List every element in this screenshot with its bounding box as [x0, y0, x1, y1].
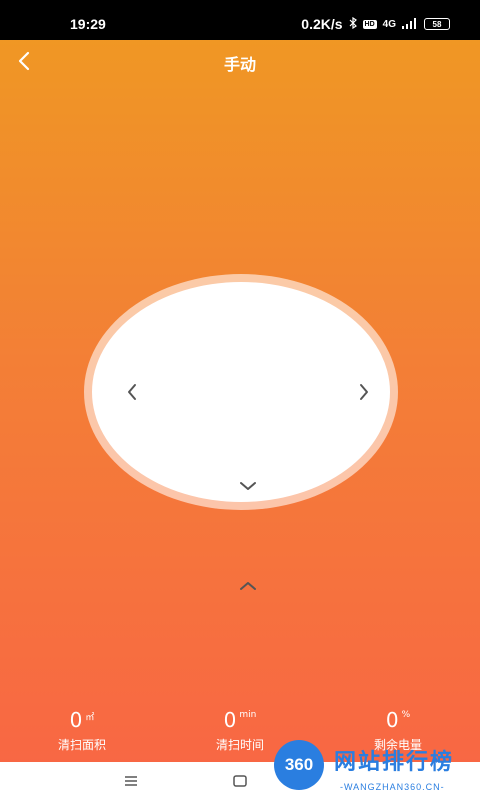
chevron-down-icon	[240, 482, 256, 490]
cleaning-time-unit: min	[239, 710, 257, 720]
direction-pad	[84, 274, 398, 590]
watermark: 360 网站排行榜 -WANGZHAN360.CN-	[274, 738, 474, 800]
signal-icon	[402, 16, 418, 32]
top-bar: 手动	[0, 40, 480, 80]
move-down-button[interactable]	[228, 466, 268, 506]
home-icon	[233, 775, 247, 787]
page-title: 手动	[223, 55, 256, 74]
signal-label: 4G	[382, 18, 396, 30]
watermark-title: 网站排行榜	[334, 750, 455, 775]
remaining-battery-unit: %	[401, 710, 411, 720]
watermark-logo: 360	[274, 740, 324, 790]
remaining-battery-value: 0	[385, 708, 399, 732]
chevron-up-icon	[240, 582, 256, 590]
move-left-button[interactable]	[112, 372, 152, 412]
chevron-right-icon	[360, 384, 368, 400]
bluetooth-icon	[349, 16, 357, 32]
cleaning-time-value: 0	[223, 708, 237, 732]
battery-icon: 58	[424, 18, 450, 30]
stat-value-row: 0%	[328, 708, 468, 732]
stat-cleaned-area: 0 ㎡ 清扫面积	[12, 708, 152, 753]
cleaned-area-label: 清扫面积	[57, 738, 106, 752]
direction-pad-inner	[92, 282, 390, 590]
status-time: 19:29	[70, 16, 106, 32]
stat-value-row: 0 ㎡	[12, 708, 152, 732]
network-speed: 0.2K/s	[301, 16, 343, 32]
status-bar: 19:29 0.2K/s HD 4G 58	[0, 0, 480, 40]
menu-icon	[125, 776, 137, 786]
cleaned-area-value: 0	[69, 708, 83, 732]
menu-nav-button[interactable]	[116, 770, 146, 792]
chevron-left-icon	[128, 384, 136, 400]
move-up-button[interactable]	[228, 566, 268, 606]
cleaned-area-unit: ㎡	[85, 713, 95, 723]
hd-icon: HD	[362, 19, 377, 29]
move-right-button[interactable]	[344, 372, 384, 412]
watermark-subtitle: -WANGZHAN360.CN-	[340, 782, 445, 792]
stat-value-row: 0 min	[170, 708, 310, 732]
home-nav-button[interactable]	[225, 770, 255, 792]
status-indicators: 0.2K/s HD 4G 58	[301, 16, 450, 32]
